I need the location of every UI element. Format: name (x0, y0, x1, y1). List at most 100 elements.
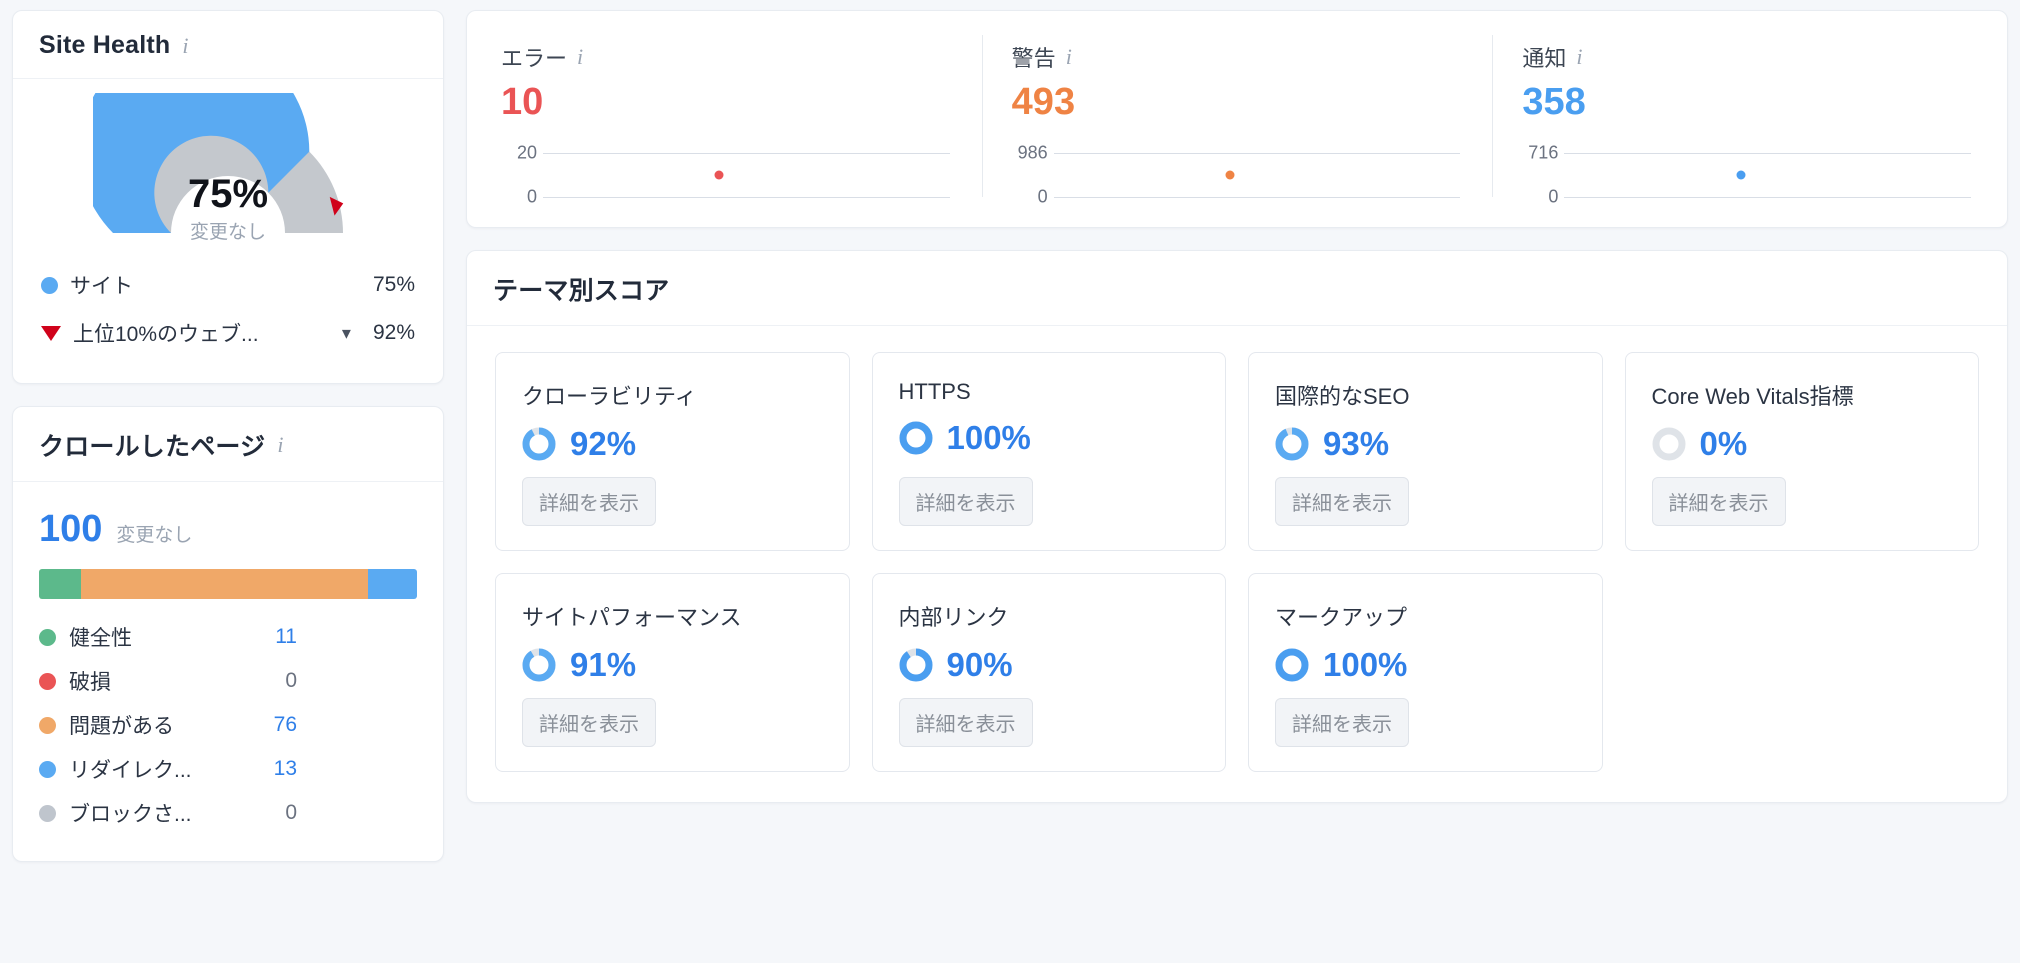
info-icon[interactable]: i (1576, 44, 1582, 70)
stat-警告: 警告 i 493 986 0 (981, 27, 1493, 207)
theme-card: クローラビリティ 92% 詳細を表示 (495, 351, 850, 551)
score-ring-icon (1275, 648, 1309, 682)
crawled-pages-legend: 健全性 11 破損 0 問題がある 76 リダイレク... 13 ブロックさ... 0 (39, 615, 417, 835)
site-health-header: Site Health i (13, 11, 443, 79)
site-health-title: Site Health (39, 31, 171, 59)
theme-score-row: 100% (1275, 646, 1576, 684)
stat-エラー: エラー i 10 20 0 (471, 27, 982, 207)
theme-percent: 92% (570, 424, 637, 462)
stat-label: エラー (501, 46, 568, 71)
crawled-pages-header: クロールしたページ i (13, 407, 443, 482)
data-point (1225, 170, 1235, 180)
theme-scores-title: テーマ別スコア (493, 276, 670, 305)
score-ring-icon (1275, 427, 1309, 461)
row-value[interactable]: 11 (257, 625, 297, 649)
axis-max-label: 986 (1017, 142, 1048, 163)
data-point (714, 170, 724, 180)
stat-label: 通知 (1522, 46, 1567, 71)
theme-card: 内部リンク 90% 詳細を表示 (871, 572, 1226, 772)
view-details-button[interactable]: 詳細を表示 (1275, 697, 1409, 747)
axis-max-label: 20 (516, 142, 537, 163)
stat-通知: 通知 i 358 716 0 (1492, 27, 2003, 206)
stat-sparkline: 986 0 (1012, 139, 1467, 207)
theme-scores-header: テーマ別スコア (467, 251, 2007, 326)
row-value[interactable]: 76 (257, 713, 297, 737)
crawled-pages-row[interactable]: ブロックさ... 0 (39, 791, 417, 835)
theme-percent: 0% (1699, 424, 1748, 462)
theme-name: 内部リンク (898, 604, 1009, 630)
crawled-pages-stacked-bar (39, 569, 417, 599)
view-details-button[interactable]: 詳細を表示 (1275, 476, 1409, 526)
bar-segment (80, 569, 368, 599)
data-point (1736, 170, 1746, 180)
crawled-pages-change: 変更なし (116, 525, 193, 546)
row-label: ブロックさ... (69, 803, 192, 826)
stat-value: 10 (501, 81, 544, 123)
info-icon[interactable]: i (577, 44, 583, 70)
info-icon[interactable]: i (277, 432, 283, 458)
row-value[interactable]: 13 (257, 757, 297, 781)
theme-name: マークアップ (1275, 604, 1408, 630)
crawled-pages-row[interactable]: リダイレク... 13 (39, 747, 417, 791)
circle-marker-icon (39, 628, 56, 646)
view-details-button[interactable]: 詳細を表示 (1651, 476, 1786, 526)
right-column: エラー i 10 20 0 警告 i 493 986 0 通知 i 358 716 0 テーマ別スコア クロ… (466, 10, 2008, 953)
theme-name: 国際的なSEO (1275, 383, 1410, 409)
theme-name: クローラビリティ (522, 383, 697, 409)
crawled-pages-title: クロールしたページ (39, 433, 266, 461)
row-label: 破損 (69, 671, 111, 694)
stat-label-row: エラー i (501, 41, 956, 73)
info-icon[interactable]: i (1066, 44, 1072, 70)
view-details-button[interactable]: 詳細を表示 (898, 697, 1033, 747)
score-ring-icon (522, 427, 556, 461)
left-column: Site Health i 75% 変更なし サイト 75% 上位10%のウェブ… (12, 10, 444, 953)
legend-value: 75% (372, 273, 415, 296)
stat-label: 警告 (1011, 46, 1056, 71)
crawled-pages-row[interactable]: 健全性 11 (39, 615, 417, 659)
theme-name: Core Web Vitals指標 (1651, 383, 1854, 409)
axis-line-min (1053, 196, 1461, 198)
theme-card: Core Web Vitals指標 0% 詳細を表示 (1624, 351, 1979, 551)
axis-min-label: 0 (526, 186, 537, 207)
theme-grid-spacer (1625, 573, 1980, 772)
axis-line-min (1564, 196, 1972, 198)
legend-item-benchmark[interactable]: 上位10%のウェブ... ▾ 92% (39, 309, 417, 357)
gauge-svg (93, 93, 344, 233)
bar-segment (367, 569, 417, 599)
score-ring-icon (522, 648, 556, 682)
crawled-pages-total-row: 100 変更なし (39, 508, 417, 551)
legend-item-site[interactable]: サイト 75% (39, 261, 417, 309)
theme-score-row: 92% (522, 425, 823, 463)
crawled-pages-card: クロールしたページ i 100 変更なし 健全性 11 破損 0 問題がある 76 リダイレ… (12, 406, 444, 862)
view-details-button[interactable]: 詳細を表示 (522, 697, 656, 747)
crawled-pages-row[interactable]: 問題がある 76 (39, 703, 417, 747)
theme-scores-card: テーマ別スコア クローラビリティ 92% 詳細を表示 HTTPS 100% 詳細を表示 国際… (466, 249, 2008, 803)
seo-site-audit-dashboard: Site Health i 75% 変更なし サイト 75% 上位10%のウェブ… (0, 0, 2020, 963)
row-label: 健全性 (69, 627, 132, 650)
score-ring-icon (1652, 427, 1685, 461)
stat-label-row: 通知 i (1522, 41, 1977, 73)
bar-segment (39, 569, 81, 599)
score-ring-icon (899, 648, 932, 682)
stat-sparkline: 716 0 (1522, 139, 1977, 206)
theme-scores-body: クローラビリティ 92% 詳細を表示 HTTPS 100% 詳細を表示 国際的なSEO 93%… (467, 326, 2007, 802)
circle-marker-icon (41, 276, 58, 294)
theme-cards-grid: クローラビリティ 92% 詳細を表示 HTTPS 100% 詳細を表示 国際的なSEO 93%… (495, 351, 1980, 772)
chevron-down-icon[interactable]: ▾ (342, 323, 351, 344)
row-value: 0 (285, 801, 297, 824)
axis-min-label: 0 (1037, 186, 1048, 207)
axis-line-max (1564, 152, 1972, 154)
legend-label: 上位10%のウェブ... (73, 323, 259, 346)
view-details-button[interactable]: 詳細を表示 (898, 476, 1033, 526)
stat-sparkline: 20 0 (501, 139, 956, 207)
theme-percent: 90% (946, 645, 1013, 683)
legend-value: 92% (372, 321, 415, 344)
score-ring-icon (899, 421, 932, 455)
crawled-pages-row[interactable]: 破損 0 (39, 659, 417, 703)
info-icon[interactable]: i (182, 33, 188, 59)
triangle-marker-icon (41, 325, 61, 341)
legend-label: サイト (70, 275, 133, 298)
view-details-button[interactable]: 詳細を表示 (522, 476, 656, 526)
theme-score-row: 90% (899, 646, 1200, 684)
issue-stats-card: エラー i 10 20 0 警告 i 493 986 0 通知 i 358 716 0 (466, 10, 2008, 228)
